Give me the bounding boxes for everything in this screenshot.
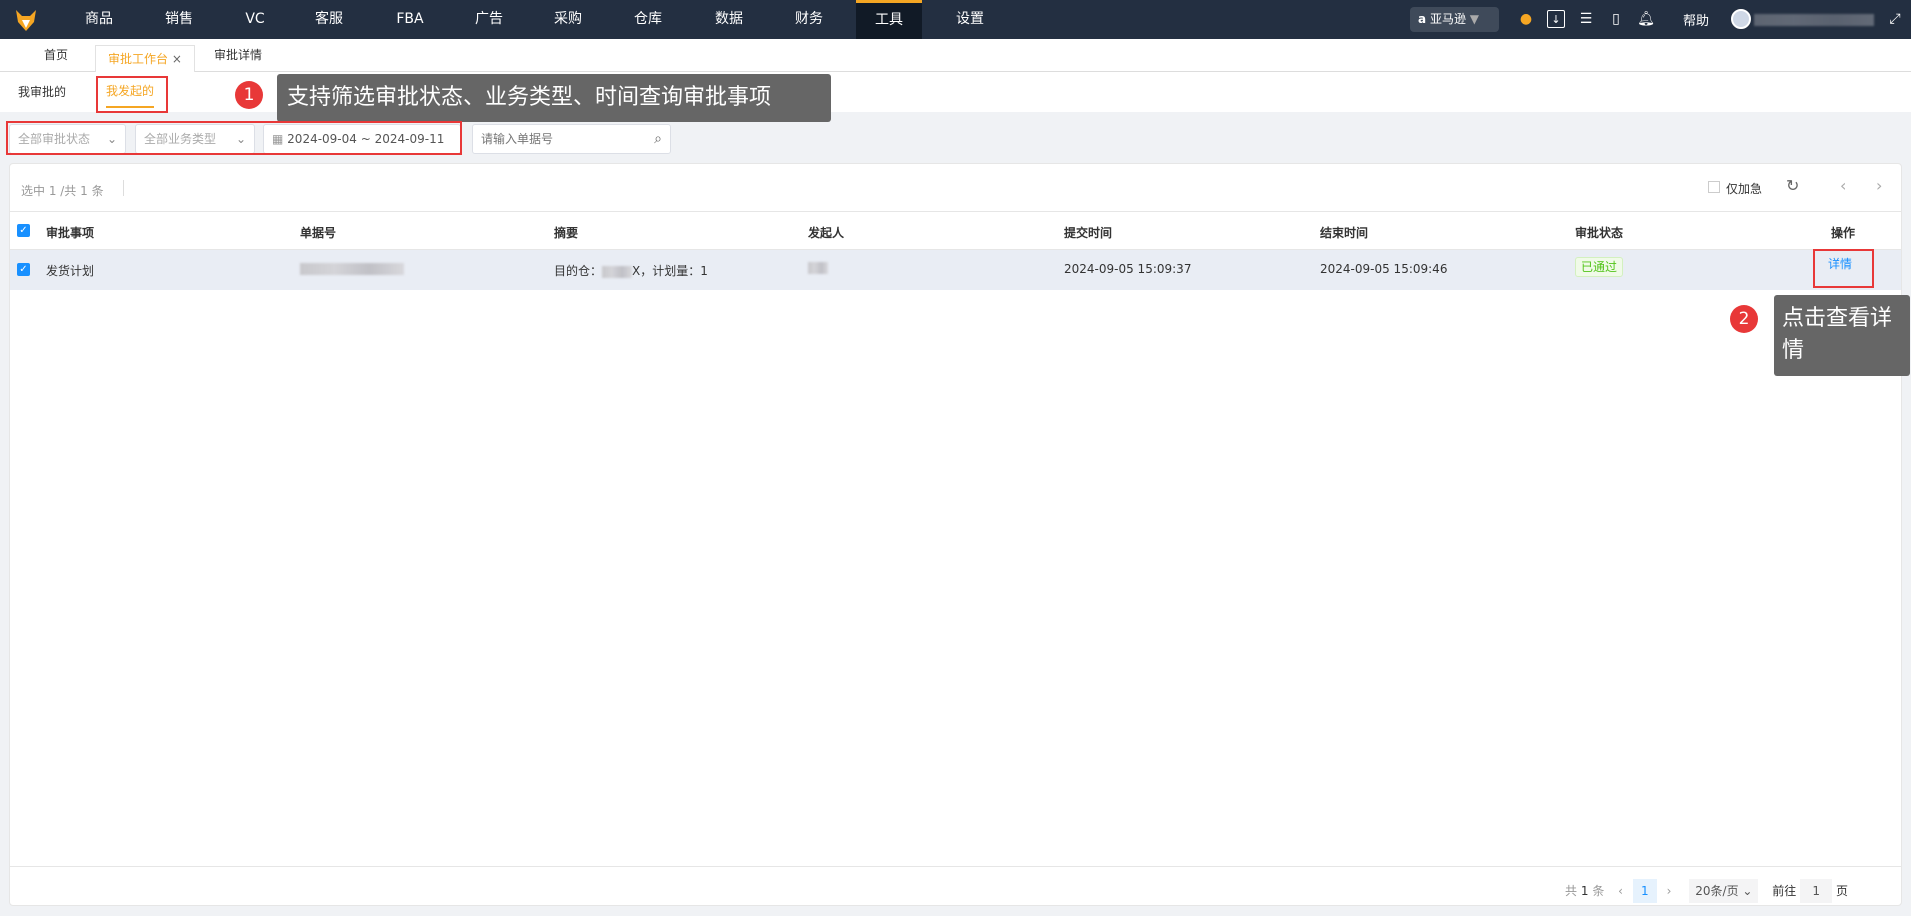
top-nav: 商品 销售 VC 客服 FBA 广告 采购 仓库 数据 财务 工具 设置 a 亚马逊 ▼ ● ↓ ☰ … (0, 0, 1911, 39)
table-header: ✓ 审批事项 单据号 摘要 发起人 提交时间 结束时间 审批状态 操作 (10, 211, 1901, 250)
urgent-only-checkbox[interactable] (1708, 181, 1720, 193)
refresh-icon[interactable]: ↻ (1786, 176, 1799, 195)
column-header: 单据号 (300, 226, 337, 240)
column-header: 摘要 (554, 226, 579, 240)
highlight-box (96, 76, 168, 113)
nav-item[interactable]: 财务 (776, 0, 842, 39)
status-badge: 已通过 (1575, 257, 1624, 277)
cell-item: 发货计划 (46, 264, 95, 278)
page-1-button[interactable]: 1 (1632, 879, 1657, 903)
chevron-left-icon[interactable]: ‹ (1840, 176, 1846, 195)
divider (10, 866, 1901, 867)
prev-page-icon[interactable]: ‹ (1618, 884, 1623, 898)
fullscreen-icon[interactable]: ⤢ (1886, 10, 1904, 28)
goto-label: 前往 (1772, 884, 1797, 898)
highlight-box (1813, 249, 1874, 288)
page-suffix: 页 (1835, 884, 1848, 898)
annotation-badge-2: 2 (1730, 305, 1758, 333)
logo-icon (16, 10, 36, 31)
approval-table-card: 选中 1 /共 1 条 仅加急 ↻ ‹ › ✓ 审批事项 单据号 摘要 发起人 提交时间… (9, 163, 1902, 906)
tab-label: 审批工作台 (108, 52, 169, 66)
next-page-icon[interactable]: › (1667, 884, 1672, 898)
marketplace-label: 亚马逊 (1429, 12, 1466, 26)
highlight-box (6, 121, 462, 155)
marketplace-selector[interactable]: a 亚马逊 ▼ (1410, 7, 1499, 32)
order-number-blurred (300, 263, 404, 275)
download-icon[interactable]: ↓ (1547, 10, 1565, 28)
customer-service-icon[interactable]: ● (1517, 10, 1535, 28)
total-count: 1 (1580, 884, 1589, 898)
caret-down-icon: ▼ (1469, 12, 1480, 26)
divider (123, 180, 124, 196)
cell-end-time: 2024-09-05 15:09:46 (1320, 262, 1448, 276)
goto-page-input[interactable]: 1 (1800, 879, 1833, 903)
page-size-value: 20条/页 (1695, 884, 1739, 898)
row-checkbox[interactable]: ✓ (17, 263, 30, 276)
column-header: 提交时间 (1064, 226, 1113, 240)
select-all-checkbox[interactable]: ✓ (17, 224, 30, 237)
order-number-search[interactable]: ⌕ (472, 124, 671, 154)
warehouse-blurred (602, 265, 633, 278)
nav-item[interactable]: 销售 (146, 0, 212, 39)
table-row[interactable]: ✓ 发货计划 目的仓： X，计划量：1 2024-09-05 15:09:37 2… (10, 250, 1901, 290)
pagination: 共 1 条 ‹ 1 › 20条/页 ⌄ 前往 1 页 (1565, 879, 1901, 903)
close-icon[interactable]: × (172, 52, 182, 66)
nav-item[interactable]: 数据 (696, 0, 762, 39)
summary-suffix: X，计划量：1 (632, 264, 708, 278)
subtab-my-approvals[interactable]: 我审批的 (18, 72, 66, 112)
nav-item[interactable]: 商品 (66, 0, 132, 39)
avatar[interactable] (1731, 9, 1751, 29)
nav-item[interactable]: 客服 (296, 0, 362, 39)
nav-item[interactable]: VC (222, 0, 288, 39)
annotation-tooltip-2: 点击查看详情 (1774, 295, 1910, 376)
search-icon[interactable]: ⌕ (654, 125, 662, 153)
amazon-icon: a (1418, 12, 1427, 26)
page-tabs: 首页 审批工作台 × 审批详情 (0, 39, 1911, 73)
column-header: 审批事项 (46, 226, 95, 240)
summary-prefix: 目的仓： (554, 264, 603, 278)
urgent-only-label: 仅加急 (1726, 182, 1763, 196)
nav-item[interactable]: FBA (377, 0, 443, 39)
nav-item[interactable]: 工具 (856, 0, 922, 39)
help-link[interactable]: 帮助 (1683, 10, 1709, 29)
total-prefix: 共 (1565, 884, 1578, 898)
chevron-right-icon[interactable]: › (1876, 176, 1882, 195)
selection-count: 选中 1 /共 1 条 (21, 184, 104, 198)
initiator-blurred (808, 262, 828, 274)
page-size-select[interactable]: 20条/页 ⌄ (1689, 879, 1759, 903)
cell-submit-time: 2024-09-05 15:09:37 (1064, 262, 1192, 276)
cell-summary: 目的仓： X，计划量：1 (554, 262, 708, 279)
column-header: 审批状态 (1575, 226, 1624, 240)
column-header: 结束时间 (1320, 226, 1369, 240)
annotation-badge-1: 1 (235, 81, 263, 109)
bell-icon[interactable]: 🔔︎ (1637, 10, 1655, 28)
username-blurred (1754, 14, 1874, 26)
nav-item[interactable]: 广告 (456, 0, 522, 39)
search-input[interactable] (473, 125, 643, 153)
nav-item[interactable]: 设置 (937, 0, 1003, 39)
tab-approval-detail[interactable]: 审批详情 (210, 39, 266, 72)
tab-approval-workbench[interactable]: 审批工作台 × (95, 45, 195, 73)
total-suffix: 条 (1592, 884, 1605, 898)
task-list-icon[interactable]: ☰ (1577, 10, 1595, 28)
column-header: 操作 (1831, 226, 1856, 240)
nav-item[interactable]: 仓库 (615, 0, 681, 39)
nav-item[interactable]: 采购 (535, 0, 601, 39)
annotation-tooltip-1: 支持筛选审批状态、业务类型、时间查询审批事项 (277, 74, 831, 122)
column-header: 发起人 (808, 226, 845, 240)
mobile-icon[interactable]: ▯ (1607, 10, 1625, 28)
tab-home[interactable]: 首页 (36, 39, 76, 72)
